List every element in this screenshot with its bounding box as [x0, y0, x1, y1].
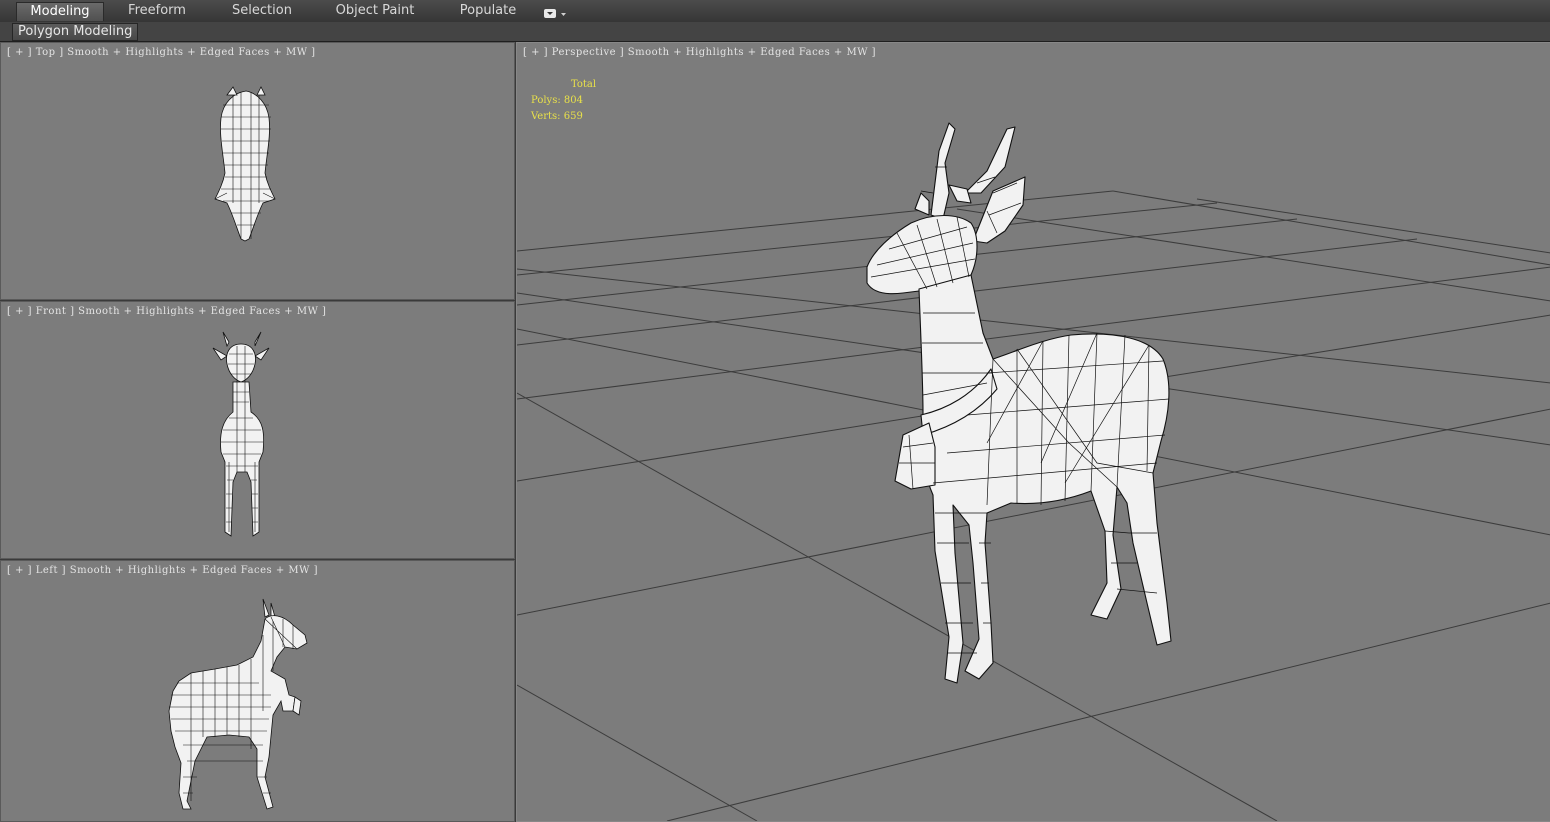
deer-perspective-mesh — [866, 122, 1172, 684]
ribbon-options-icon[interactable] — [543, 5, 569, 18]
viewport-front[interactable]: [ + ] Front ] Smooth + Highlights + Edge… — [0, 301, 515, 559]
deer-left-view — [168, 598, 308, 810]
viewport-left[interactable]: [ + ] Left ] Smooth + Highlights + Edged… — [0, 560, 515, 822]
tab-selection[interactable]: Selection — [218, 2, 306, 20]
deer-top-view — [214, 86, 276, 242]
polygon-modeling-panel-button[interactable]: Polygon Modeling — [12, 23, 139, 41]
ribbon-panel-bar: Polygon Modeling — [0, 22, 1550, 42]
ribbon-tab-bar: Modeling Freeform Selection Object Paint… — [0, 0, 1550, 23]
perspective-scene — [517, 122, 1550, 821]
tab-freeform[interactable]: Freeform — [114, 2, 200, 20]
tab-object-paint[interactable]: Object Paint — [328, 2, 422, 20]
tab-modeling[interactable]: Modeling — [16, 2, 104, 21]
viewport-top[interactable]: [ + ] Top ] Smooth + Highlights + Edged … — [0, 42, 515, 300]
tab-populate[interactable]: Populate — [450, 2, 526, 20]
deer-front-view — [212, 331, 270, 537]
viewport-perspective[interactable]: [ + ] Perspective ] Smooth + Highlights … — [516, 42, 1550, 822]
home-grid — [517, 190, 1550, 821]
viewport-area: [ + ] Top ] Smooth + Highlights + Edged … — [0, 42, 1550, 822]
